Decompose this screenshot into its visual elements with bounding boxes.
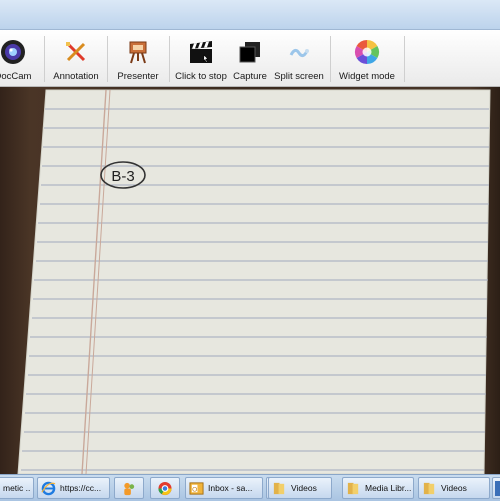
toolbar-separator bbox=[404, 36, 405, 82]
click-to-stop-button[interactable]: Click to stop bbox=[173, 30, 229, 86]
taskbar-item-videos[interactable]: Videos bbox=[268, 477, 332, 499]
taskbar-item-messenger[interactable] bbox=[114, 477, 144, 499]
taskbar-item-media-library[interactable]: Media Libr... bbox=[342, 477, 414, 499]
presenter-label: Presenter bbox=[117, 71, 159, 82]
annotation-label: Annotation bbox=[53, 71, 99, 82]
capture-label: Capture bbox=[233, 71, 267, 82]
split-screen-label: Split screen bbox=[274, 71, 324, 82]
presenter-easel-icon bbox=[129, 41, 147, 64]
presenter-button[interactable]: Presenter bbox=[112, 30, 164, 86]
taskbar-item-label: Inbox - sa... bbox=[208, 483, 253, 493]
webcam-icon bbox=[1, 40, 25, 64]
handwritten-label: B-3 bbox=[111, 168, 134, 185]
capture-button[interactable]: Capture bbox=[229, 30, 271, 86]
taskbar-item-chrome[interactable] bbox=[150, 477, 180, 499]
chrome-icon bbox=[158, 481, 172, 496]
folder-icon bbox=[423, 482, 435, 495]
toolbar-separator bbox=[44, 36, 45, 82]
taskbar-item-label: Videos bbox=[291, 483, 317, 493]
taskbar-item-browser[interactable]: https://cc... bbox=[37, 477, 110, 499]
toolbar-separator bbox=[169, 36, 170, 82]
outlook-icon: O bbox=[189, 482, 204, 495]
folder-icon bbox=[347, 482, 359, 495]
annotation-button[interactable]: Annotation bbox=[50, 30, 102, 86]
messenger-icon bbox=[124, 482, 135, 496]
taskbar-item[interactable]: metic ... bbox=[0, 477, 34, 499]
notebook-paper-image: B-3 bbox=[17, 89, 491, 474]
taskbar-item[interactable] bbox=[492, 477, 500, 499]
widget-mode-button[interactable]: Widget mode bbox=[334, 30, 400, 86]
capture-icon bbox=[239, 42, 260, 63]
clapperboard-icon bbox=[190, 41, 212, 63]
split-screen-button[interactable]: Split screen bbox=[272, 30, 326, 86]
taskbar-item-videos[interactable]: Videos bbox=[418, 477, 490, 499]
toolbar-separator bbox=[107, 36, 108, 82]
taskbar-item-label: Media Libr... bbox=[365, 483, 411, 493]
doccam-label: DocCam bbox=[0, 71, 32, 82]
doccam-button[interactable]: DocCam bbox=[0, 30, 38, 86]
toolbar-separator bbox=[330, 36, 331, 82]
widget-mode-label: Widget mode bbox=[339, 71, 395, 82]
folder-icon bbox=[273, 482, 285, 495]
toolbar: DocCam Annotation Presenter Cl bbox=[0, 30, 500, 87]
click-to-stop-label: Click to stop bbox=[175, 71, 227, 82]
taskbar: metic ... https://cc... O Inbox - sa... … bbox=[0, 474, 500, 501]
taskbar-item-outlook[interactable]: O Inbox - sa... bbox=[185, 477, 263, 499]
title-bar bbox=[0, 0, 500, 30]
ie-browser-icon bbox=[41, 481, 56, 496]
split-screen-icon bbox=[289, 48, 309, 58]
taskbar-item-label: https://cc... bbox=[60, 483, 102, 493]
taskbar-item-label: Videos bbox=[441, 483, 467, 493]
pencil-icon bbox=[66, 42, 86, 62]
svg-text:O: O bbox=[192, 486, 197, 493]
taskbar-item-label: metic ... bbox=[3, 483, 31, 493]
document-camera-view: B-3 bbox=[0, 87, 500, 474]
app-icon bbox=[495, 481, 500, 496]
color-wheel-icon bbox=[354, 39, 380, 64]
